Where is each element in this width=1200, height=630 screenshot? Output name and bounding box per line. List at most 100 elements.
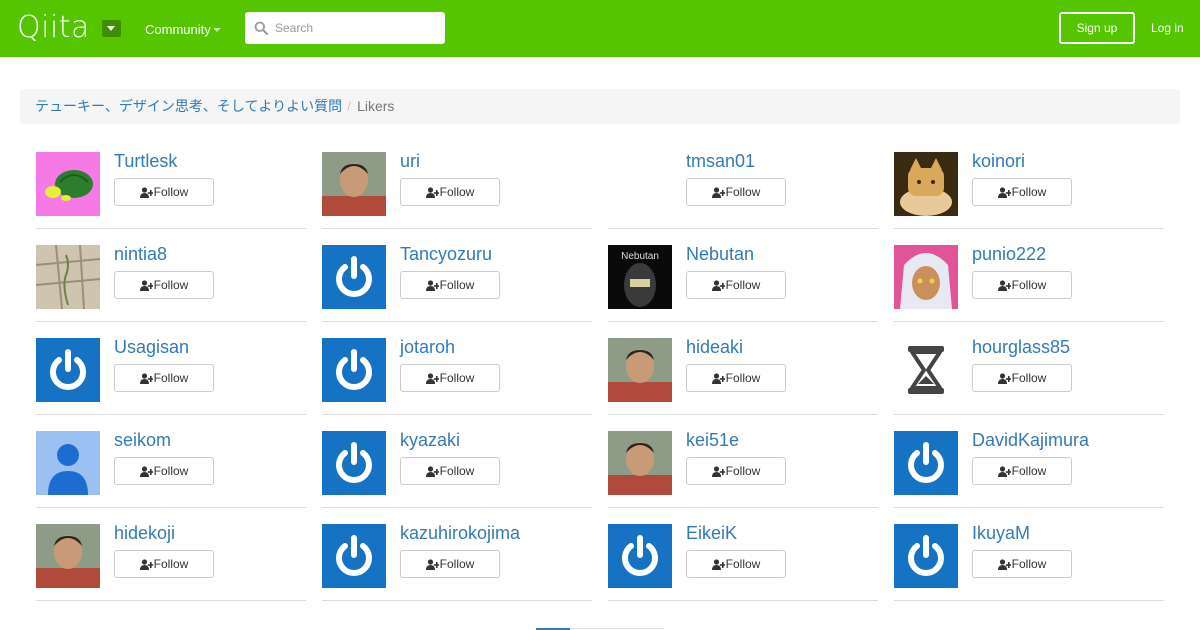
- follow-button-label: Follow: [1011, 464, 1047, 478]
- follow-button[interactable]: Follow: [972, 178, 1072, 206]
- follow-button[interactable]: Follow: [400, 178, 500, 206]
- pavement-avatar[interactable]: [36, 245, 100, 309]
- liker-username-link[interactable]: koinori: [972, 150, 1025, 172]
- follow-button[interactable]: Follow: [972, 271, 1072, 299]
- search-box: [245, 12, 445, 44]
- qiita-logo[interactable]: Qiita: [17, 13, 90, 43]
- liker-username-link[interactable]: hideaki: [686, 336, 743, 358]
- liker-username-link[interactable]: DavidKajimura: [972, 429, 1089, 451]
- liker-username-link[interactable]: punio222: [972, 243, 1046, 265]
- default-avatar[interactable]: [894, 524, 958, 588]
- photo-avatar[interactable]: [608, 431, 672, 495]
- liker-card: DavidKajimura Follow: [894, 417, 1164, 508]
- sign-up-button[interactable]: Sign up: [1059, 12, 1135, 44]
- user-plus-icon: [425, 186, 439, 198]
- liker-username-link[interactable]: seikom: [114, 429, 171, 451]
- user-plus-icon: [711, 558, 725, 570]
- liker-username-link[interactable]: Tancyozuru: [400, 243, 492, 265]
- follow-button[interactable]: Follow: [114, 271, 214, 299]
- photo-avatar[interactable]: [322, 152, 386, 216]
- follow-button[interactable]: Follow: [400, 550, 500, 578]
- user-plus-icon: [139, 465, 153, 477]
- default-avatar[interactable]: [322, 245, 386, 309]
- default-avatar[interactable]: [322, 338, 386, 402]
- liker-card: Nebutan Nebutan Follow: [608, 231, 878, 322]
- breadcrumb-current: Likers: [357, 98, 395, 114]
- follow-button[interactable]: Follow: [114, 178, 214, 206]
- follow-button[interactable]: Follow: [686, 457, 786, 485]
- liker-card: kei51e Follow: [608, 417, 878, 508]
- follow-button[interactable]: Follow: [972, 550, 1072, 578]
- liker-username-link[interactable]: hidekoji: [114, 522, 175, 544]
- liker-card: Usagisan Follow: [36, 324, 306, 415]
- follow-button[interactable]: Follow: [686, 364, 786, 392]
- liker-card: tmsan01 Follow: [608, 138, 878, 229]
- liker-card: hideaki Follow: [608, 324, 878, 415]
- follow-button[interactable]: Follow: [400, 271, 500, 299]
- follow-button[interactable]: Follow: [686, 550, 786, 578]
- community-menu[interactable]: Community: [145, 22, 211, 38]
- liker-username-link[interactable]: uri: [400, 150, 420, 172]
- breadcrumb: テューキー、デザイン思考、そしてよりよい質問 / Likers: [20, 89, 1180, 124]
- follow-button[interactable]: Follow: [114, 457, 214, 485]
- follow-button-label: Follow: [439, 371, 475, 385]
- follow-button[interactable]: Follow: [400, 457, 500, 485]
- liker-username-link[interactable]: kyazaki: [400, 429, 460, 451]
- photo-avatar[interactable]: [608, 338, 672, 402]
- follow-button[interactable]: Follow: [400, 364, 500, 392]
- user-plus-icon: [139, 558, 153, 570]
- liker-card: uri Follow: [322, 138, 592, 229]
- photo-avatar[interactable]: [36, 524, 100, 588]
- follow-button-label: Follow: [1011, 278, 1047, 292]
- hourglass-avatar[interactable]: [894, 338, 958, 402]
- default-avatar[interactable]: [322, 524, 386, 588]
- default-avatar[interactable]: [36, 338, 100, 402]
- cat-avatar[interactable]: [894, 152, 958, 216]
- follow-button[interactable]: Follow: [972, 457, 1072, 485]
- liker-card: punio222 Follow: [894, 231, 1164, 322]
- user-plus-icon: [139, 186, 153, 198]
- follow-button-label: Follow: [153, 557, 189, 571]
- liker-username-link[interactable]: IkuyaM: [972, 522, 1030, 544]
- follow-button[interactable]: Follow: [686, 178, 786, 206]
- liker-username-link[interactable]: kazuhirokojima: [400, 522, 520, 544]
- person-silhouette-avatar[interactable]: [36, 431, 100, 495]
- anime-avatar[interactable]: [894, 245, 958, 309]
- liker-username-link[interactable]: Turtlesk: [114, 150, 177, 172]
- liker-username-link[interactable]: hourglass85: [972, 336, 1070, 358]
- follow-button-label: Follow: [153, 371, 189, 385]
- nebutan-avatar[interactable]: Nebutan: [608, 245, 672, 309]
- breadcrumb-article-link[interactable]: テューキー、デザイン思考、そしてよりよい質問: [35, 98, 342, 114]
- liker-username-link[interactable]: jotaroh: [400, 336, 455, 358]
- follow-button[interactable]: Follow: [686, 271, 786, 299]
- follow-button-label: Follow: [725, 278, 761, 292]
- liker-username-link[interactable]: kei51e: [686, 429, 739, 451]
- liker-username-link[interactable]: Usagisan: [114, 336, 189, 358]
- user-plus-icon: [139, 279, 153, 291]
- follow-button[interactable]: Follow: [972, 364, 1072, 392]
- user-plus-icon: [425, 372, 439, 384]
- liker-username-link[interactable]: tmsan01: [686, 150, 755, 172]
- logo-dropdown-icon[interactable]: [102, 20, 121, 37]
- blank-avatar[interactable]: [608, 152, 672, 216]
- follow-button[interactable]: Follow: [114, 550, 214, 578]
- default-avatar[interactable]: [894, 431, 958, 495]
- global-header: Qiita Community Sign up Log in: [0, 0, 1200, 57]
- user-plus-icon: [711, 465, 725, 477]
- search-input[interactable]: [275, 12, 440, 44]
- chevron-down-icon[interactable]: [213, 28, 221, 32]
- liker-username-link[interactable]: EikeiK: [686, 522, 737, 544]
- liker-card: jotaroh Follow: [322, 324, 592, 415]
- turtle-avatar[interactable]: [36, 152, 100, 216]
- user-plus-icon: [139, 372, 153, 384]
- follow-button-label: Follow: [439, 278, 475, 292]
- follow-button[interactable]: Follow: [114, 364, 214, 392]
- user-plus-icon: [997, 558, 1011, 570]
- default-avatar[interactable]: [608, 524, 672, 588]
- liker-username-link[interactable]: nintia8: [114, 243, 167, 265]
- search-icon: [254, 21, 268, 35]
- default-avatar[interactable]: [322, 431, 386, 495]
- liker-card: koinori Follow: [894, 138, 1164, 229]
- log-in-link[interactable]: Log in: [1151, 20, 1184, 36]
- liker-username-link[interactable]: Nebutan: [686, 243, 754, 265]
